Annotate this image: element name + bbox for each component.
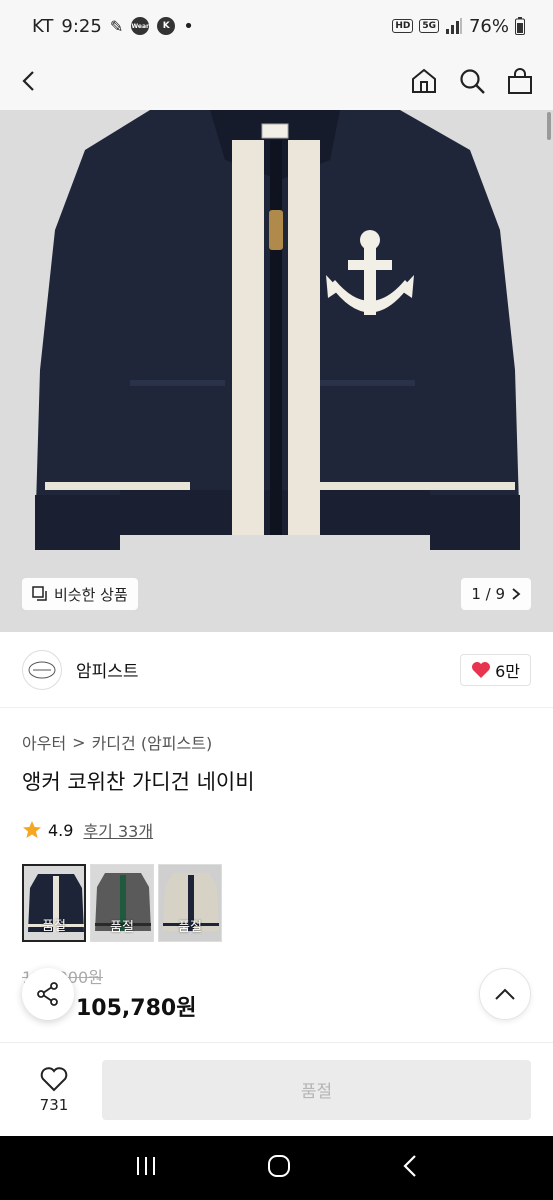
color-option-ivory[interactable]: 품절 [158, 864, 222, 942]
system-navigation-bar [0, 1136, 553, 1200]
breadcrumb-subcategory[interactable]: 카디건 (암피스트) [92, 730, 213, 754]
cart-button[interactable] [505, 66, 535, 96]
brand-row[interactable]: 암피스트 6만 [0, 632, 553, 708]
product-image-carousel[interactable] [0, 110, 553, 632]
home-button[interactable] [409, 66, 439, 96]
k-badge-icon: K [157, 17, 176, 35]
back-arrow-icon [403, 1155, 416, 1177]
bottom-action-bar: 731 품절 [0, 1042, 553, 1136]
brand-name[interactable]: 암피스트 [76, 657, 139, 682]
breadcrumb-category[interactable]: 아우터 [22, 730, 66, 754]
color-option-navy[interactable]: 품절 [22, 864, 86, 942]
rating-row: 4.9 후기 33개 [22, 818, 153, 842]
battery-percent: 76% [468, 15, 509, 37]
reviews-link[interactable]: 후기 33개 [83, 818, 153, 842]
top-navigation [0, 52, 553, 110]
search-button[interactable] [457, 66, 487, 96]
star-icon [23, 821, 41, 838]
brand-logo-icon [28, 661, 56, 678]
search-icon [460, 69, 485, 94]
shopping-bag-icon [508, 68, 532, 94]
page-indicator: 1 / 9 [471, 585, 505, 603]
wishlist-button[interactable]: 731 [22, 1066, 86, 1114]
product-title: 앵커 코위찬 가디건 네이비 [22, 770, 255, 794]
copy-icon [32, 586, 47, 601]
similar-products-button[interactable]: 비슷한 상품 [22, 578, 138, 610]
cardigan-product-image [0, 110, 553, 632]
chevron-up-icon [495, 988, 515, 1000]
share-icon [37, 982, 58, 1006]
battery-icon [515, 17, 525, 35]
sold-out-button[interactable]: 품절 [102, 1059, 531, 1120]
status-right: HD 5G 76% [392, 16, 525, 37]
notification-pen-icon: ✎ [109, 16, 124, 36]
back-button[interactable] [18, 61, 58, 101]
status-bar: KT 9:25 ✎ Wear K • HD 5G 76% [0, 0, 553, 52]
more-dot-icon: • [183, 15, 194, 37]
heart-icon [472, 661, 491, 678]
brand-like-button[interactable]: 6만 [460, 653, 531, 686]
recent-apps-button[interactable] [135, 1155, 157, 1181]
scroll-indicator[interactable] [547, 112, 551, 140]
scroll-to-top-button[interactable] [479, 968, 531, 1020]
share-button[interactable] [22, 968, 74, 1020]
chevron-right-icon [512, 588, 521, 600]
network-5g-icon: 5G [419, 19, 439, 33]
similar-products-label: 비슷한 상품 [54, 585, 128, 604]
signal-icon [445, 18, 462, 34]
brand-logo [22, 649, 62, 690]
sold-out-label: 품절 [110, 920, 134, 935]
heart-outline-icon [40, 1066, 68, 1091]
breadcrumb: 아우터 > 카디건 (암피스트) [22, 730, 212, 754]
image-pager[interactable]: 1 / 9 [461, 578, 531, 610]
color-options: 품절 품절 품절 [22, 864, 222, 942]
color-option-gray[interactable]: 품절 [90, 864, 154, 942]
wear-badge-icon: Wear [131, 17, 150, 35]
back-system-button[interactable] [402, 1154, 418, 1182]
carrier-label: KT [32, 15, 54, 37]
breadcrumb-separator: > [72, 732, 86, 752]
sold-out-label: 품절 [178, 920, 202, 935]
chevron-left-icon [22, 71, 34, 91]
hd-icon: HD [392, 19, 414, 33]
brand-like-count: 6만 [495, 661, 520, 681]
sale-price: 105,780원 [76, 996, 197, 1021]
home-circle-icon [268, 1155, 291, 1177]
recent-apps-icon [137, 1157, 156, 1175]
home-system-button[interactable] [267, 1154, 291, 1182]
clock: 9:25 [61, 15, 102, 37]
status-left: KT 9:25 ✎ Wear K • [32, 16, 194, 37]
home-icon [412, 68, 436, 93]
wishlist-count: 731 [39, 1095, 69, 1114]
rating-value: 4.9 [48, 820, 74, 840]
nav-actions [409, 66, 535, 96]
sold-out-label: 품절 [42, 919, 66, 934]
